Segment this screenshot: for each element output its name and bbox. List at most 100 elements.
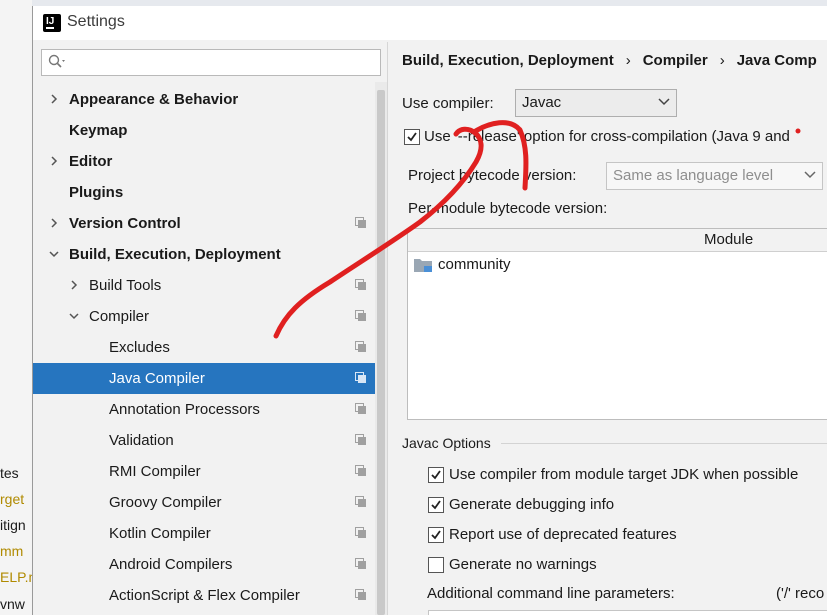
settings-tree: Appearance & Behavior Keymap Editor Plugins… bbox=[33, 82, 375, 615]
compiler-select[interactable]: Javac bbox=[515, 89, 677, 117]
breadcrumb-separator: › bbox=[625, 52, 631, 69]
tree-item-label: Kotlin Compiler bbox=[109, 525, 211, 542]
module-folder-icon bbox=[414, 259, 432, 272]
project-scope-icon bbox=[355, 496, 366, 507]
tree-item-label: Build Tools bbox=[89, 277, 162, 294]
tree-item-keymap[interactable]: Keymap bbox=[33, 115, 375, 146]
javac-option-checkbox[interactable] bbox=[428, 557, 444, 573]
table-row[interactable]: community bbox=[408, 252, 827, 278]
release-option-label: Use '--release' option for cross-compila… bbox=[424, 128, 790, 145]
use-compiler-label: Use compiler: bbox=[402, 95, 494, 112]
breadcrumb-item[interactable]: Build, Execution, Deployment bbox=[402, 52, 614, 69]
chevron-down-icon[interactable] bbox=[69, 311, 79, 321]
tree-item-label: ActionScript & Flex Compiler bbox=[109, 587, 300, 604]
tree-item-build-tools[interactable]: Build Tools bbox=[33, 270, 375, 301]
tree-item-annotation-processors[interactable]: Annotation Processors bbox=[33, 394, 375, 425]
chevron-down-icon bbox=[658, 98, 670, 106]
settings-content-panel: Build, Execution, Deployment › Compiler › Ja… bbox=[389, 42, 827, 615]
checkmark-icon bbox=[431, 500, 441, 510]
breadcrumb-separator: › bbox=[719, 52, 725, 69]
title-bar: IJ Settings bbox=[33, 6, 827, 40]
tree-item-appearance-behavior[interactable]: Appearance & Behavior bbox=[33, 84, 375, 115]
tree-item-android-compilers[interactable]: Android Compilers bbox=[33, 549, 375, 580]
javac-option-checkbox[interactable] bbox=[428, 467, 444, 483]
tree-item-groovy-compiler[interactable]: Groovy Compiler bbox=[33, 487, 375, 518]
project-scope-icon bbox=[355, 341, 366, 352]
background-fragment: vnw bbox=[0, 596, 25, 612]
tree-item-compiler[interactable]: Compiler bbox=[33, 301, 375, 332]
tree-item-excludes[interactable]: Excludes bbox=[33, 332, 375, 363]
release-option-checkbox[interactable] bbox=[404, 129, 420, 145]
project-scope-icon bbox=[355, 527, 366, 538]
tree-item-plugins[interactable]: Plugins bbox=[33, 177, 375, 208]
background-fragment: ELP.m bbox=[0, 569, 32, 585]
tree-item-label: Appearance & Behavior bbox=[69, 91, 239, 108]
breadcrumb: Build, Execution, Deployment › Compiler › Ja… bbox=[402, 52, 817, 69]
tree-item-java-compiler[interactable]: Java Compiler bbox=[33, 363, 375, 394]
settings-search-input[interactable] bbox=[41, 49, 381, 76]
module-column-header[interactable]: Module bbox=[408, 229, 827, 252]
javac-option-checkbox[interactable] bbox=[428, 497, 444, 513]
tree-item-label: Editor bbox=[69, 153, 113, 170]
tree-item-label: Keymap bbox=[69, 122, 128, 139]
settings-nav-panel: Appearance & Behavior Keymap Editor Plugins… bbox=[33, 42, 388, 615]
project-scope-icon bbox=[355, 403, 366, 414]
background-fragment: rget bbox=[0, 491, 25, 507]
tree-item-editor[interactable]: Editor bbox=[33, 146, 375, 177]
tree-scrollbar-thumb[interactable] bbox=[377, 90, 385, 615]
background-fragment: tes bbox=[0, 465, 19, 481]
tree-item-label: RMI Compiler bbox=[109, 463, 201, 480]
project-scope-icon bbox=[355, 434, 366, 445]
chevron-right-icon[interactable] bbox=[69, 280, 79, 290]
tree-item-label: Validation bbox=[109, 432, 174, 449]
project-scope-icon bbox=[355, 558, 366, 569]
module-header-label: Module bbox=[704, 231, 754, 248]
tree-item-build-execution-deployment[interactable]: Build, Execution, Deployment bbox=[33, 239, 375, 270]
tree-item-rmi-compiler[interactable]: RMI Compiler bbox=[33, 456, 375, 487]
intellij-app-icon: IJ bbox=[43, 14, 61, 32]
javac-option-label: Generate debugging info bbox=[449, 496, 615, 513]
additional-params-label: Additional command line parameters: bbox=[427, 585, 675, 602]
tree-item-label: Groovy Compiler bbox=[109, 494, 222, 511]
project-scope-icon bbox=[355, 217, 366, 228]
chevron-down-icon[interactable] bbox=[49, 249, 59, 259]
chevron-right-icon[interactable] bbox=[49, 218, 59, 228]
tree-item-label: Build, Execution, Deployment bbox=[69, 246, 281, 263]
tree-item-version-control[interactable]: Version Control bbox=[33, 208, 375, 239]
javac-option-label: Generate no warnings bbox=[449, 556, 597, 573]
tree-item-label: Excludes bbox=[109, 339, 170, 356]
chevron-down-icon bbox=[804, 171, 816, 179]
project-scope-icon bbox=[355, 589, 366, 600]
chevron-right-icon[interactable] bbox=[49, 94, 59, 104]
javac-option-checkbox[interactable] bbox=[428, 527, 444, 543]
per-module-label: Per-module bytecode version: bbox=[408, 200, 608, 217]
project-scope-icon bbox=[355, 310, 366, 321]
checkmark-icon bbox=[407, 132, 417, 142]
tree-item-label: Compiler bbox=[89, 308, 150, 325]
additional-params-input[interactable] bbox=[428, 610, 827, 615]
javac-option-label: Report use of deprecated features bbox=[449, 526, 677, 543]
tree-item-label: Java Compiler bbox=[109, 370, 205, 387]
checkmark-icon bbox=[431, 470, 441, 480]
background-fragment: mm bbox=[0, 543, 24, 559]
compiler-select-value: Javac bbox=[522, 94, 562, 111]
module-name: community bbox=[438, 256, 511, 273]
tree-item-actionscript-flex-compiler[interactable]: ActionScript & Flex Compiler bbox=[33, 580, 375, 611]
additional-params-hint: ('/' reco bbox=[776, 585, 825, 602]
breadcrumb-item: Java Comp bbox=[736, 52, 817, 69]
section-divider bbox=[501, 443, 827, 444]
project-bytecode-label: Project bytecode version: bbox=[408, 167, 577, 184]
tree-item-label: Android Compilers bbox=[109, 556, 233, 573]
tree-item-label: Version Control bbox=[69, 215, 181, 232]
window-title: Settings bbox=[67, 13, 125, 30]
checkmark-icon bbox=[431, 530, 441, 540]
project-bytecode-select[interactable]: Same as language level bbox=[606, 162, 823, 190]
background-ide-sidebar: tes rget itign mm ELP.m vnw bbox=[0, 0, 32, 615]
tree-item-validation[interactable]: Validation bbox=[33, 425, 375, 456]
search-icon bbox=[48, 54, 65, 68]
breadcrumb-item[interactable]: Compiler bbox=[643, 52, 708, 69]
tree-item-label: Plugins bbox=[69, 184, 124, 201]
module-bytecode-table: Module community bbox=[407, 228, 827, 420]
tree-item-kotlin-compiler[interactable]: Kotlin Compiler bbox=[33, 518, 375, 549]
chevron-right-icon[interactable] bbox=[49, 156, 59, 166]
